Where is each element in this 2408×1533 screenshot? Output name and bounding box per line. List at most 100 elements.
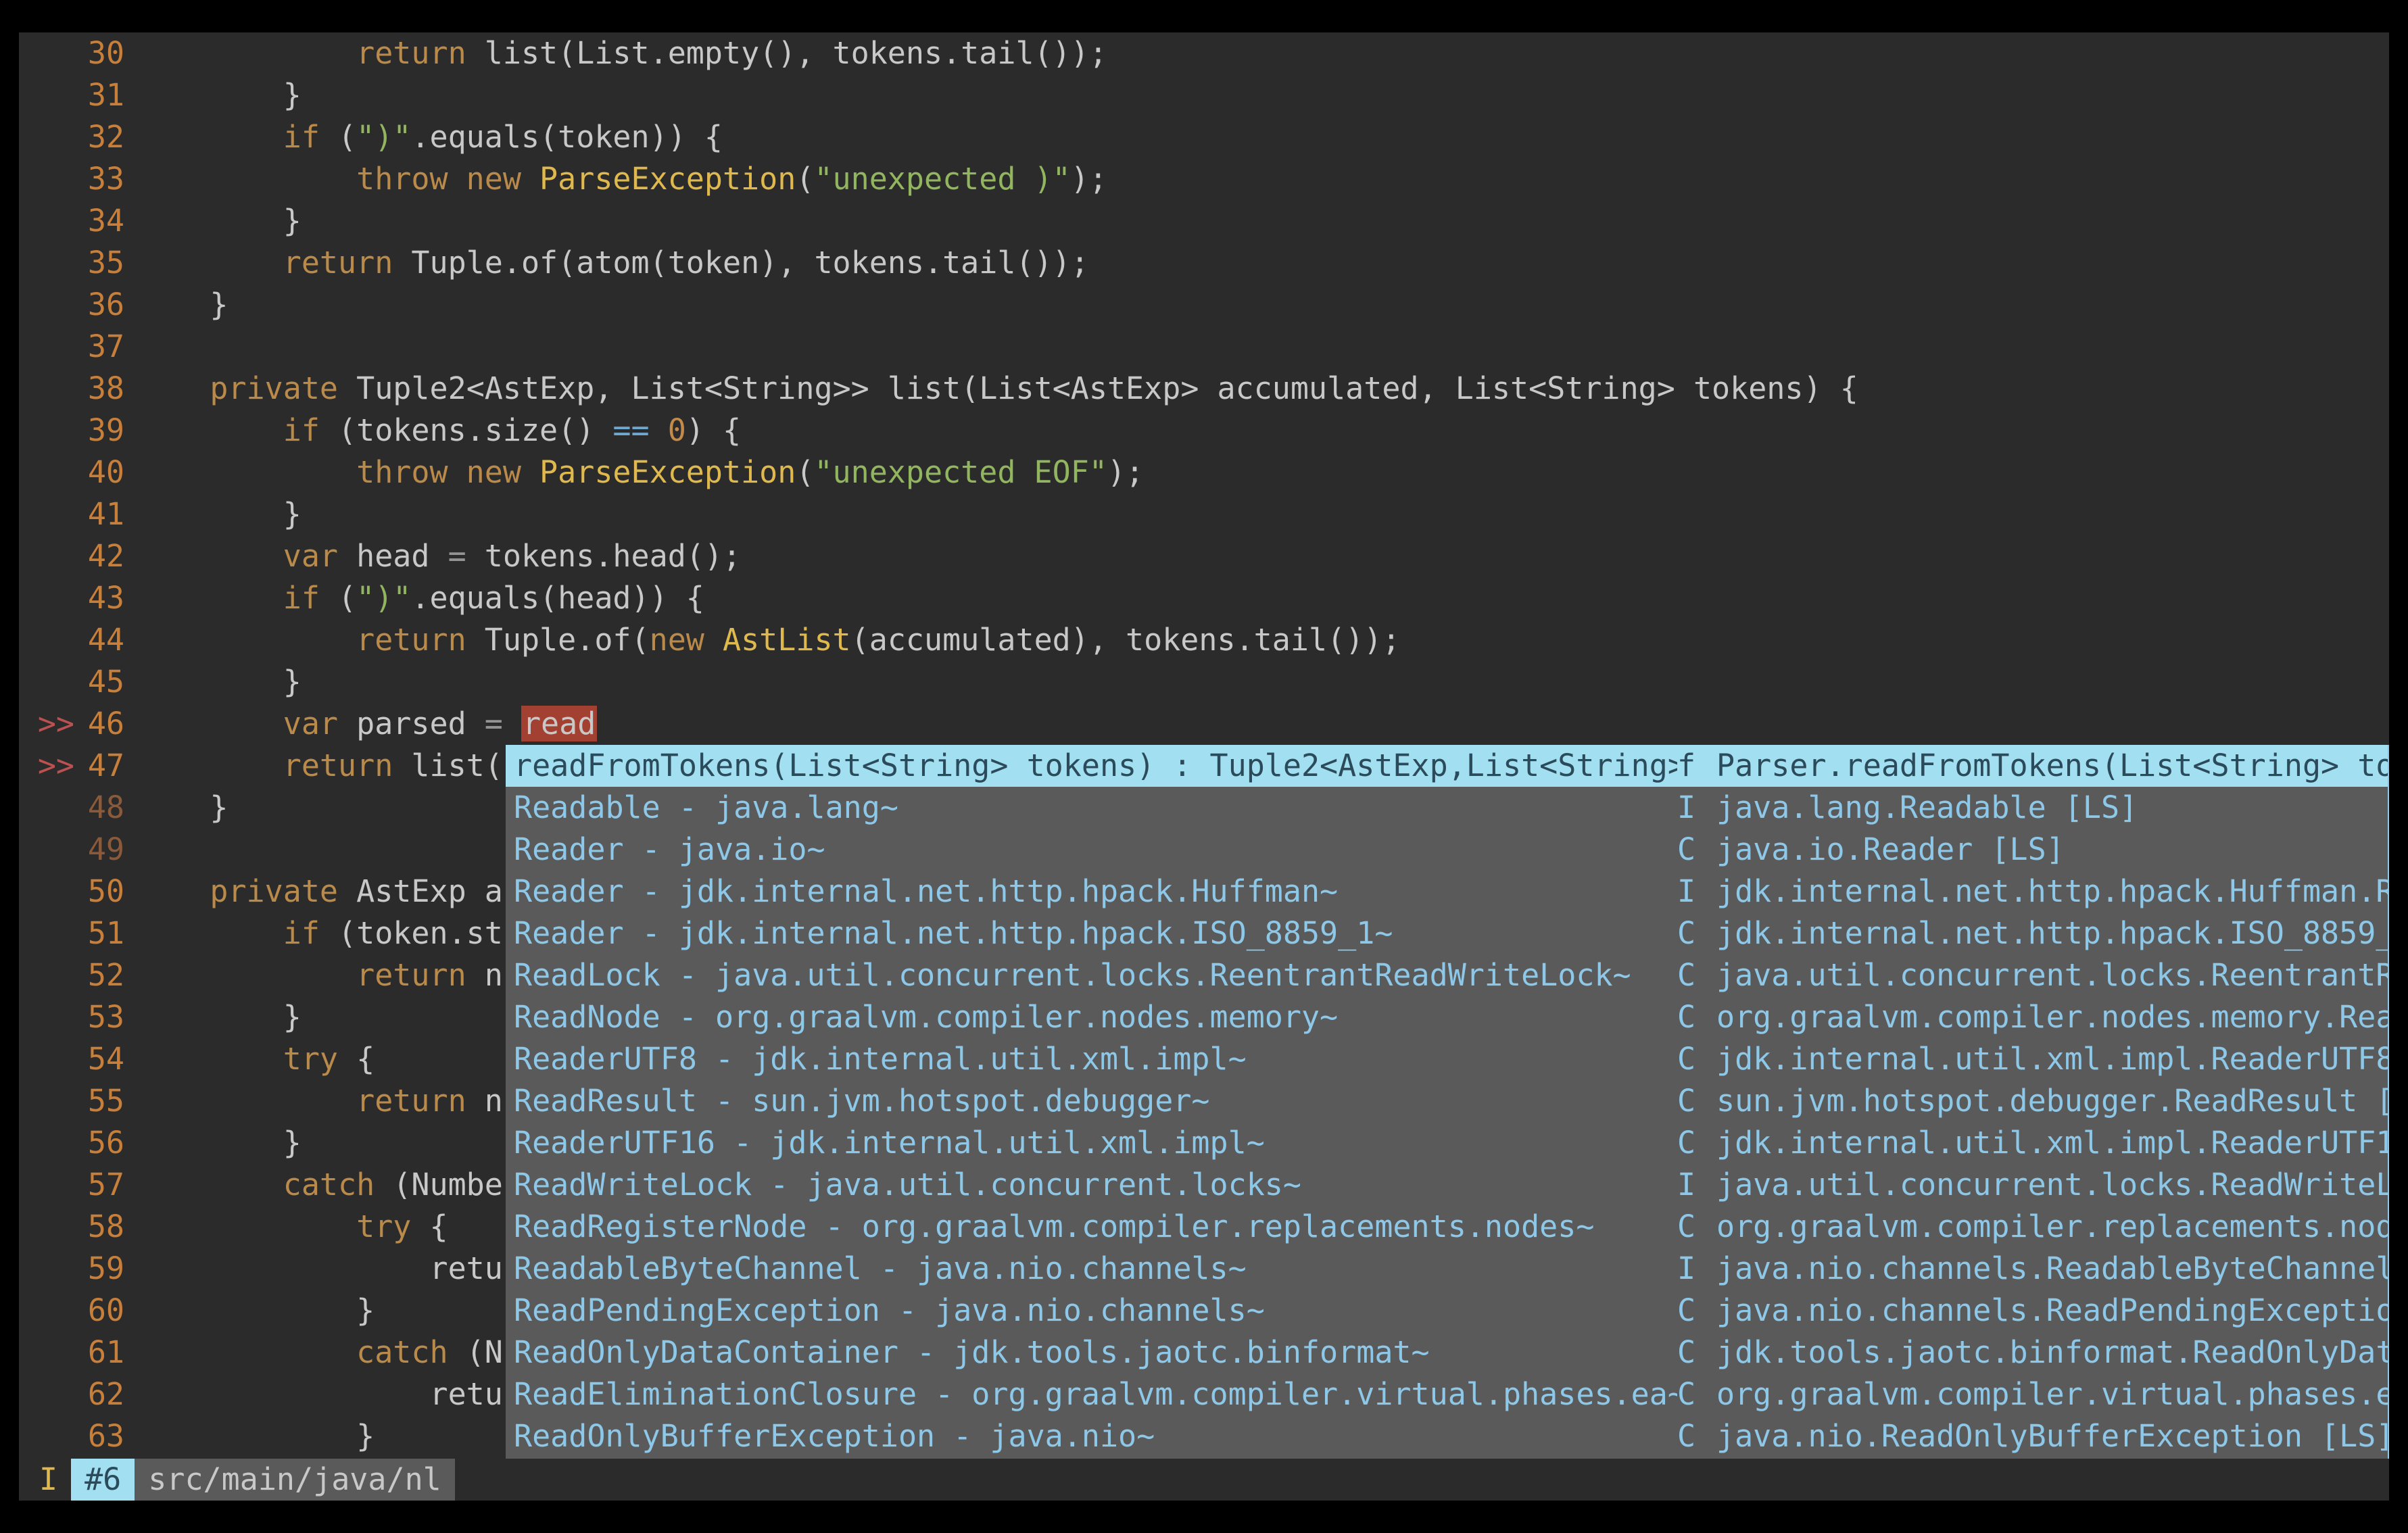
line-number: 39 (80, 410, 137, 452)
sign-column (19, 200, 80, 242)
sign-column (19, 787, 80, 829)
code-text[interactable]: } (137, 74, 2389, 116)
line-number: 61 (80, 1332, 137, 1373)
sign-column: >> (19, 703, 80, 745)
line-number: 56 (80, 1122, 137, 1164)
completion-label: ReadOnlyTableCellEditor - sun.tools.jcon… (514, 1457, 1677, 1459)
code-text[interactable]: } (137, 661, 2389, 703)
line-number: 49 (80, 829, 137, 871)
sign-column (19, 1038, 80, 1080)
code-text[interactable]: if (tokens.size() == 0) { (137, 410, 2389, 452)
code-line[interactable]: 35 return Tuple.of(atom(token), tokens.t… (19, 242, 2389, 284)
code-text[interactable]: return Tuple.of(atom(token), tokens.tail… (137, 242, 2389, 284)
code-text[interactable]: var parsed = read (137, 703, 2389, 745)
completion-detail: java.nio.channels.ReadableByteChannel [L (1716, 1248, 2388, 1290)
code-line[interactable]: 40 throw new ParseException("unexpected … (19, 452, 2389, 493)
completion-detail: Parser.readFromTokens(List<String> token (1716, 745, 2388, 787)
completion-item[interactable]: ReadRegisterNode - org.graalvm.compiler.… (506, 1206, 2388, 1248)
completion-item[interactable]: ReadOnlyDataContainer - jdk.tools.jaotc.… (506, 1332, 2388, 1373)
line-number: 51 (80, 912, 137, 954)
completion-item[interactable]: ReadWriteLock - java.util.concurrent.loc… (506, 1164, 2388, 1206)
code-text[interactable]: private Tuple2<AstExp, List<String>> lis… (137, 368, 2389, 410)
sign-column (19, 158, 80, 200)
completion-item[interactable]: ReadPendingException - java.nio.channels… (506, 1290, 2388, 1332)
completion-item[interactable]: readFromTokens(List<String> tokens) : Tu… (506, 745, 2388, 787)
code-line[interactable]: 43 if (")".equals(head)) { (19, 577, 2389, 619)
completion-label: ReadOnlyBufferException - java.nio~ (514, 1415, 1677, 1457)
sign-column (19, 1332, 80, 1373)
completion-kind: I (1677, 787, 1716, 829)
completion-item[interactable]: Reader - jdk.internal.net.http.hpack.ISO… (506, 912, 2388, 954)
code-line[interactable]: 42 var head = tokens.head(); (19, 535, 2389, 577)
sign-column (19, 1122, 80, 1164)
code-line[interactable]: 34 } (19, 200, 2389, 242)
code-line[interactable]: 39 if (tokens.size() == 0) { (19, 410, 2389, 452)
code-line[interactable]: 38 private Tuple2<AstExp, List<String>> … (19, 368, 2389, 410)
code-text[interactable]: var head = tokens.head(); (137, 535, 2389, 577)
completion-kind: C (1677, 1457, 1716, 1459)
code-area[interactable]: 30 return list(List.empty(), tokens.tail… (19, 32, 2389, 1459)
code-text[interactable]: } (137, 284, 2389, 326)
line-number: 36 (80, 284, 137, 326)
line-number: 54 (80, 1038, 137, 1080)
completion-item[interactable]: ReaderUTF8 - jdk.internal.util.xml.impl~… (506, 1038, 2388, 1080)
completion-item[interactable]: ReadEliminationClosure - org.graalvm.com… (506, 1373, 2388, 1415)
completion-kind: C (1677, 1080, 1716, 1122)
completion-kind: C (1677, 1206, 1716, 1248)
completion-kind: C (1677, 954, 1716, 996)
completion-kind: C (1677, 1038, 1716, 1080)
line-number: 62 (80, 1373, 137, 1415)
completion-item[interactable]: ReadResult - sun.jvm.hotspot.debugger~Cs… (506, 1080, 2388, 1122)
code-line[interactable]: 33 throw new ParseException("unexpected … (19, 158, 2389, 200)
code-text[interactable]: throw new ParseException("unexpected EOF… (137, 452, 2389, 493)
sign-column (19, 829, 80, 871)
code-text[interactable]: return list(List.empty(), tokens.tail())… (137, 32, 2389, 74)
code-line[interactable]: 37 (19, 326, 2389, 368)
completion-item[interactable]: Reader - java.io~Cjava.io.Reader [LS] (506, 829, 2388, 871)
code-line[interactable]: 41 } (19, 493, 2389, 535)
completion-item[interactable]: ReadNode - org.graalvm.compiler.nodes.me… (506, 996, 2388, 1038)
code-text[interactable] (137, 326, 2389, 368)
completion-kind: I (1677, 1164, 1716, 1206)
completion-label: Reader - jdk.internal.net.http.hpack.ISO… (514, 912, 1677, 954)
code-text[interactable]: } (137, 493, 2389, 535)
code-text[interactable]: if (")".equals(token)) { (137, 116, 2389, 158)
line-number: 59 (80, 1248, 137, 1290)
code-text[interactable]: return Tuple.of(new AstList(accumulated)… (137, 619, 2389, 661)
completion-label: ReadRegisterNode - org.graalvm.compiler.… (514, 1206, 1677, 1248)
code-line[interactable]: 45 } (19, 661, 2389, 703)
completion-detail: jdk.internal.util.xml.impl.ReaderUTF8 [L (1716, 1038, 2388, 1080)
code-text[interactable]: } (137, 200, 2389, 242)
sign-column (19, 871, 80, 912)
code-line[interactable]: 30 return list(List.empty(), tokens.tail… (19, 32, 2389, 74)
sign-column (19, 74, 80, 116)
sign-column (19, 116, 80, 158)
completion-item[interactable]: ReadOnlyTableCellEditor - sun.tools.jcon… (506, 1457, 2388, 1459)
completion-detail: jdk.tools.jaotc.binformat.ReadOnlyDataCo (1716, 1332, 2388, 1373)
line-number: 47 (80, 745, 137, 787)
code-line[interactable]: 31 } (19, 74, 2389, 116)
completion-detail: org.graalvm.compiler.virtual.phases.ea.R (1716, 1373, 2388, 1415)
code-line[interactable]: 32 if (")".equals(token)) { (19, 116, 2389, 158)
code-text[interactable]: throw new ParseException("unexpected )")… (137, 158, 2389, 200)
completion-label: ReadOnlyDataContainer - jdk.tools.jaotc.… (514, 1332, 1677, 1373)
completion-item[interactable]: ReaderUTF16 - jdk.internal.util.xml.impl… (506, 1122, 2388, 1164)
sign-column: >> (19, 745, 80, 787)
line-number: 43 (80, 577, 137, 619)
completion-item[interactable]: ReadLock - java.util.concurrent.locks.Re… (506, 954, 2388, 996)
sign-column (19, 326, 80, 368)
completion-popup[interactable]: readFromTokens(List<String> tokens) : Tu… (506, 745, 2389, 1459)
completion-label: ReadNode - org.graalvm.compiler.nodes.me… (514, 996, 1677, 1038)
completion-kind: C (1677, 829, 1716, 871)
code-line[interactable]: 44 return Tuple.of(new AstList(accumulat… (19, 619, 2389, 661)
completion-item[interactable]: ReadOnlyBufferException - java.nio~Cjava… (506, 1415, 2388, 1457)
code-line[interactable]: >>46 var parsed = read (19, 703, 2389, 745)
code-line[interactable]: 36 } (19, 284, 2389, 326)
code-text[interactable]: if (")".equals(head)) { (137, 577, 2389, 619)
sign-column (19, 242, 80, 284)
completion-kind: f (1677, 745, 1716, 787)
completion-item[interactable]: Reader - jdk.internal.net.http.hpack.Huf… (506, 871, 2388, 912)
completion-item[interactable]: ReadableByteChannel - java.nio.channels~… (506, 1248, 2388, 1290)
completion-item[interactable]: Readable - java.lang~Ijava.lang.Readable… (506, 787, 2388, 829)
mode-indicator: I (19, 1459, 71, 1501)
